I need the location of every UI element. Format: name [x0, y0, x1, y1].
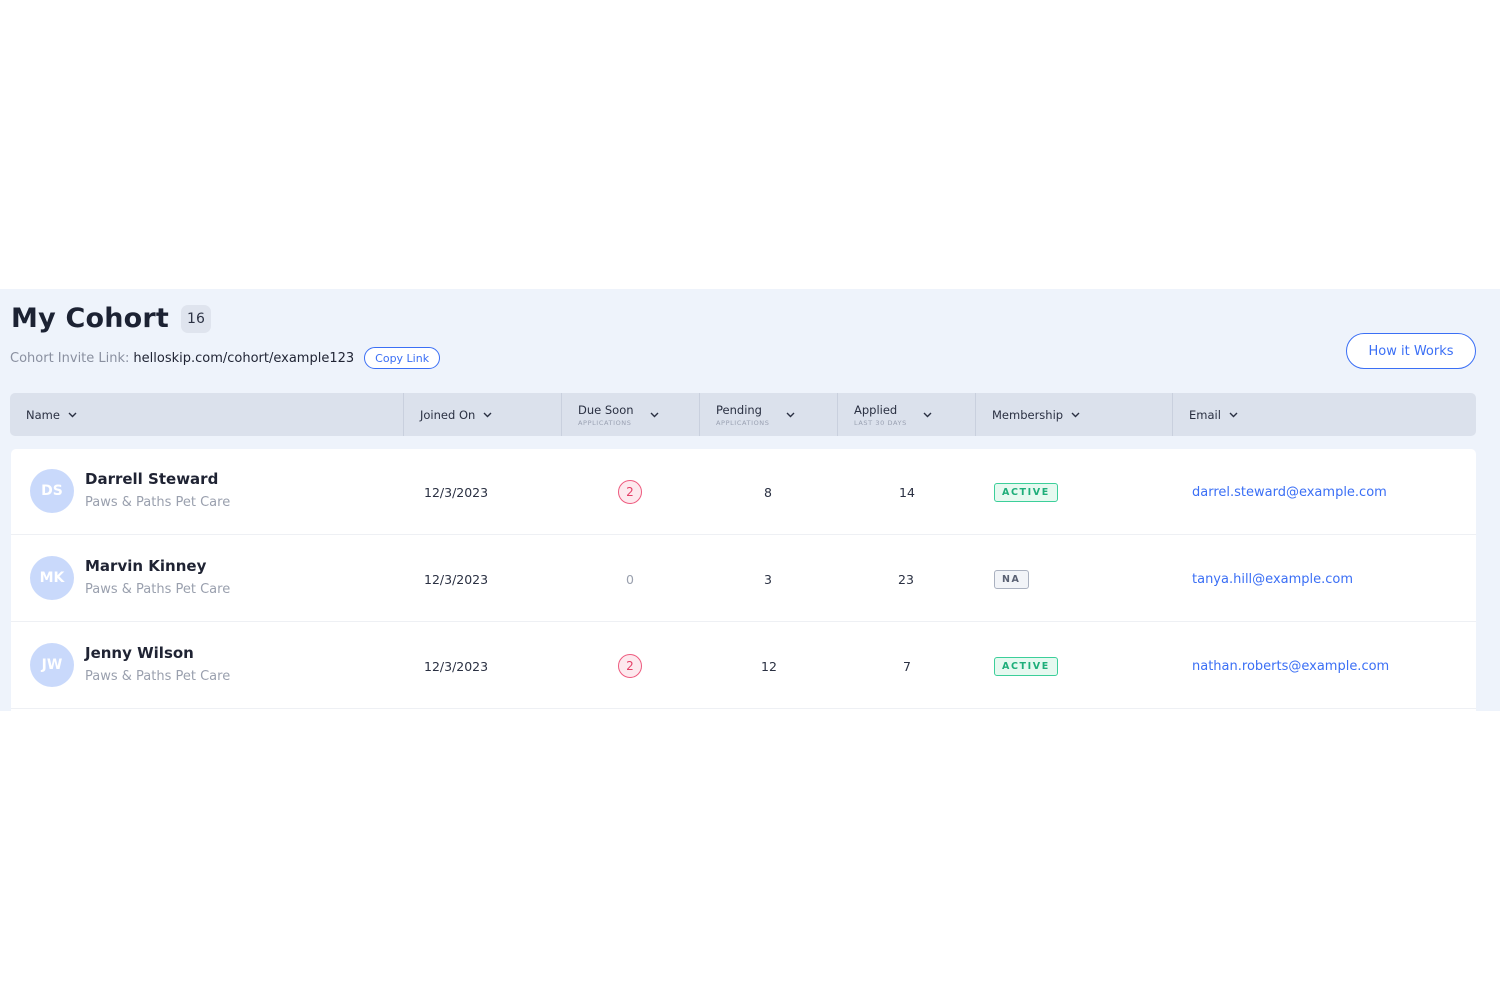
- member-name-block: Jenny Wilson Paws & Paths Pet Care: [85, 644, 230, 684]
- applied-count: 14: [899, 484, 915, 500]
- applied-count: 23: [898, 571, 914, 587]
- pending-count: 8: [764, 484, 772, 500]
- member-email-link[interactable]: darrel.steward@example.com: [1192, 485, 1387, 500]
- applied-cell: 7: [903, 623, 911, 709]
- invite-link-url: helloskip.com/cohort/example123: [133, 350, 355, 366]
- invite-link-label: Cohort Invite Link:: [10, 350, 130, 366]
- member-email-link[interactable]: tanya.hill@example.com: [1192, 572, 1353, 587]
- email-cell: nathan.roberts@example.com: [1192, 623, 1389, 709]
- how-it-works-button[interactable]: How it Works: [1346, 333, 1476, 369]
- table-row[interactable]: DS Darrell Steward Paws & Paths Pet Care…: [11, 449, 1476, 535]
- membership-status-badge: ACTIVE: [994, 656, 1058, 676]
- due-soon-count: 0: [626, 571, 634, 587]
- member-company: Paws & Paths Pet Care: [85, 582, 231, 597]
- joined-cell: 12/3/2023: [424, 623, 488, 709]
- chevron-down-icon: [68, 410, 78, 420]
- membership-cell: ACTIVE: [994, 623, 1058, 709]
- chevron-down-icon: [1071, 410, 1081, 420]
- member-email-link[interactable]: nathan.roberts@example.com: [1192, 659, 1389, 674]
- column-header-membership[interactable]: Membership: [975, 393, 1172, 436]
- column-label: Applied: [854, 402, 898, 417]
- table-header: Name Joined On Due Soon APPLICATIONS Pen…: [10, 393, 1476, 436]
- column-header-email[interactable]: Email: [1172, 393, 1476, 436]
- column-header-due-soon[interactable]: Due Soon APPLICATIONS: [561, 393, 699, 436]
- pending-cell: 8: [764, 449, 772, 535]
- applied-cell: 23: [898, 536, 914, 622]
- due-soon-cell: 2: [618, 623, 642, 709]
- pending-count: 3: [764, 571, 772, 587]
- chevron-down-icon: [650, 410, 660, 420]
- column-label: Due Soon: [578, 402, 634, 417]
- table-row[interactable]: MK Marvin Kinney Paws & Paths Pet Care 1…: [11, 536, 1476, 622]
- page-title: My Cohort: [11, 303, 170, 334]
- due-soon-badge: 2: [618, 480, 642, 504]
- column-label: Membership: [992, 407, 1064, 422]
- table-row[interactable]: JW Jenny Wilson Paws & Paths Pet Care 12…: [11, 623, 1476, 709]
- due-soon-badge: 2: [618, 654, 642, 678]
- member-name-block: Marvin Kinney Paws & Paths Pet Care: [85, 557, 230, 597]
- joined-cell: 12/3/2023: [424, 536, 488, 622]
- member-name[interactable]: Marvin Kinney: [85, 557, 230, 575]
- avatar: DS: [30, 469, 74, 513]
- chevron-down-icon: [1229, 410, 1239, 420]
- membership-status-badge: ACTIVE: [994, 482, 1058, 502]
- member-name[interactable]: Darrell Steward: [85, 470, 230, 488]
- column-sublabel: LAST 30 DAYS: [854, 418, 907, 427]
- membership-status-badge: NA: [994, 569, 1029, 589]
- title-row: My Cohort 16: [11, 303, 211, 334]
- column-label: Email: [1189, 407, 1221, 422]
- joined-cell: 12/3/2023: [424, 449, 488, 535]
- column-sublabel: APPLICATIONS: [578, 418, 632, 427]
- joined-date: 12/3/2023: [424, 484, 489, 500]
- membership-cell: ACTIVE: [994, 449, 1058, 535]
- avatar: MK: [30, 556, 74, 600]
- member-name-block: Darrell Steward Paws & Paths Pet Care: [85, 470, 230, 510]
- due-soon-cell: 0: [626, 536, 634, 622]
- column-header-applied[interactable]: Applied LAST 30 DAYS: [837, 393, 975, 436]
- column-label: Joined On: [420, 407, 476, 422]
- column-label: Name: [26, 407, 60, 422]
- pending-cell: 3: [764, 536, 772, 622]
- cohort-panel: My Cohort 16 Cohort Invite Link: hellosk…: [0, 289, 1500, 711]
- column-header-pending[interactable]: Pending APPLICATIONS: [699, 393, 837, 436]
- chevron-down-icon: [786, 410, 796, 420]
- cohort-count-badge: 16: [181, 304, 211, 333]
- chevron-down-icon: [923, 410, 933, 420]
- joined-date: 12/3/2023: [424, 571, 489, 587]
- avatar: JW: [30, 643, 74, 687]
- column-header-name[interactable]: Name: [10, 393, 403, 436]
- column-label: Pending: [716, 402, 762, 417]
- membership-cell: NA: [994, 536, 1029, 622]
- applied-count: 7: [903, 658, 911, 674]
- chevron-down-icon: [483, 410, 493, 420]
- cohort-table-body: DS Darrell Steward Paws & Paths Pet Care…: [11, 449, 1476, 711]
- due-soon-cell: 2: [618, 449, 642, 535]
- column-header-joined[interactable]: Joined On: [403, 393, 561, 436]
- email-cell: tanya.hill@example.com: [1192, 536, 1353, 622]
- email-cell: darrel.steward@example.com: [1192, 449, 1387, 535]
- applied-cell: 14: [899, 449, 915, 535]
- pending-cell: 12: [761, 623, 777, 709]
- pending-count: 12: [761, 658, 777, 674]
- copy-link-button[interactable]: Copy Link: [364, 347, 441, 369]
- column-sublabel: APPLICATIONS: [716, 418, 770, 427]
- joined-date: 12/3/2023: [424, 658, 489, 674]
- member-company: Paws & Paths Pet Care: [85, 495, 231, 510]
- invite-link-row: Cohort Invite Link: helloskip.com/cohort…: [10, 347, 441, 369]
- member-company: Paws & Paths Pet Care: [85, 669, 231, 684]
- member-name[interactable]: Jenny Wilson: [85, 644, 230, 662]
